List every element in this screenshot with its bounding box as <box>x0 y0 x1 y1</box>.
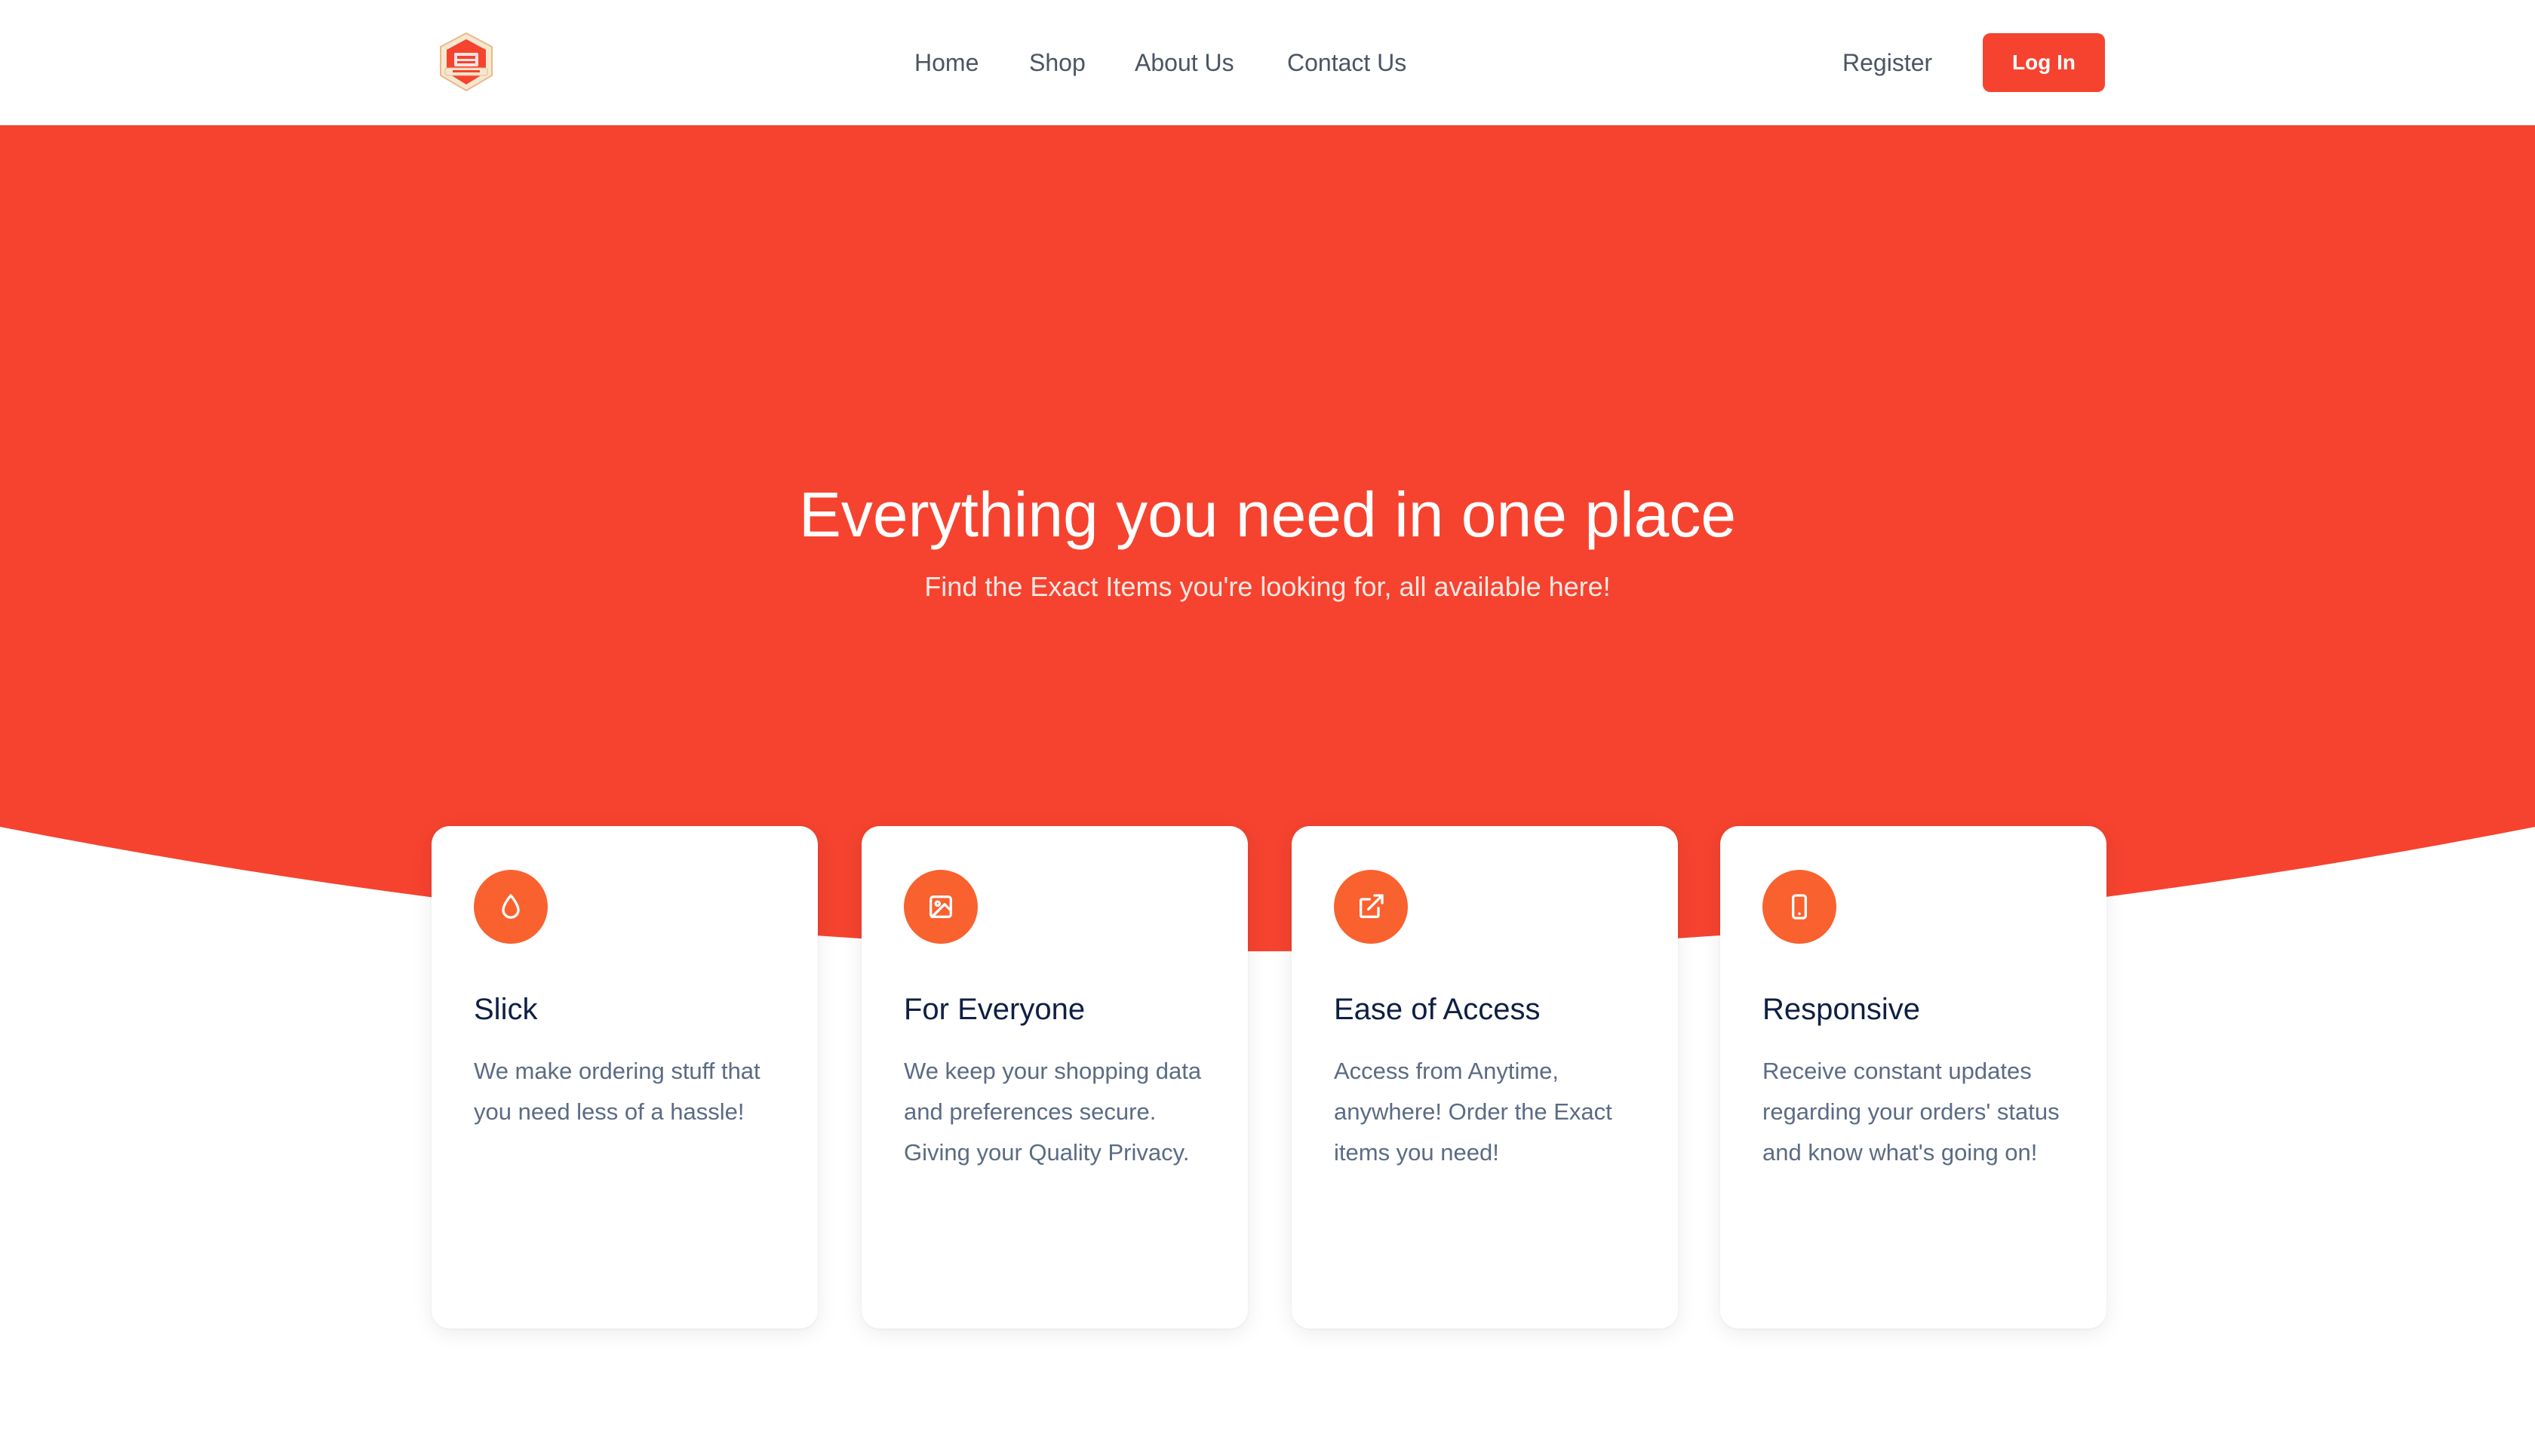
feature-title: Responsive <box>1762 993 1921 1026</box>
site-header: Home Shop About Us Contact Us Register L… <box>0 0 2535 125</box>
nav-home[interactable]: Home <box>914 47 979 78</box>
feature-card-ease-of-access: Ease of Access Access from Anytime, anyw… <box>1292 826 1678 1329</box>
feature-card-slick: Slick We make ordering stuff that you ne… <box>432 826 818 1329</box>
login-button[interactable]: Log In <box>1983 33 2105 92</box>
feature-description: We keep your shopping data and preferenc… <box>904 1058 1202 1166</box>
mobile-phone-icon <box>1762 870 1836 944</box>
image-icon <box>904 870 978 944</box>
nav-about-us[interactable]: About Us <box>1135 47 1234 78</box>
feature-description: Access from Anytime, anywhere! Order the… <box>1334 1058 1612 1166</box>
external-link-icon <box>1334 870 1408 944</box>
register-link[interactable]: Register <box>1842 47 1932 78</box>
droplet-icon <box>474 870 548 944</box>
hero-subtitle: Find the Exact Items you're looking for,… <box>924 571 1611 602</box>
main-nav: Home Shop About Us Contact Us <box>0 0 2535 125</box>
hero-section: Everything you need in one place Find th… <box>0 125 2535 955</box>
feature-title: Ease of Access <box>1334 993 1541 1026</box>
hero-title: Everything you need in one place <box>798 479 1737 551</box>
feature-card-for-everyone: For Everyone We keep your shopping data … <box>862 826 1248 1329</box>
feature-description: We make ordering stuff that you need les… <box>474 1058 760 1125</box>
feature-card-responsive: Responsive Receive constant updates rega… <box>1720 826 2106 1329</box>
nav-shop[interactable]: Shop <box>1029 47 1086 78</box>
feature-title: For Everyone <box>904 993 1086 1026</box>
feature-description: Receive constant updates regarding your … <box>1762 1058 2060 1166</box>
nav-contact-us[interactable]: Contact Us <box>1287 47 1406 78</box>
feature-title: Slick <box>474 993 538 1026</box>
